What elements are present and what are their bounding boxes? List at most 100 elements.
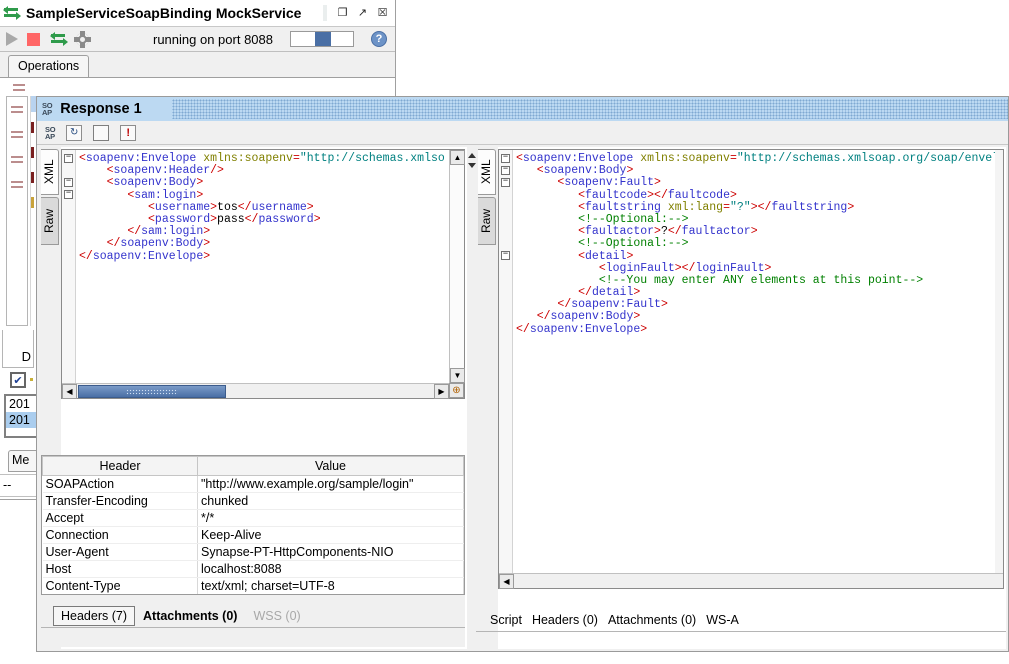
fold-toggle[interactable] — [64, 190, 73, 199]
gear-icon[interactable] — [76, 33, 89, 46]
header-value-cell[interactable]: "http://www.example.org/sample/login" — [198, 476, 464, 493]
fold-toggle[interactable] — [64, 178, 73, 187]
fold-toggle[interactable] — [501, 178, 510, 187]
table-row[interactable]: Transfer-Encodingchunked — [43, 493, 464, 510]
run-button[interactable] — [6, 32, 18, 46]
tab-wss[interactable]: WSS (0) — [245, 606, 308, 626]
response-xml-code[interactable]: <soapenv:Envelope xmlns:soapenv="http://… — [514, 150, 1003, 588]
header-value-cell[interactable]: Synapse-PT-HttpComponents-NIO — [198, 544, 464, 561]
header-value-cell[interactable]: chunked — [198, 493, 464, 510]
operation-icon-1 — [10, 103, 26, 117]
response-editor[interactable]: <soapenv:Envelope xmlns:soapenv="http://… — [498, 149, 1004, 589]
tab-ws-a[interactable]: WS-A — [706, 613, 739, 627]
header-name-cell[interactable]: Accept — [43, 510, 198, 527]
request-bottom-tabs: Headers (7) Attachments (0) WSS (0) — [41, 605, 465, 627]
table-row[interactable]: User-AgentSynapse-PT-HttpComponents-NIO — [43, 544, 464, 561]
right-tabs-divider — [476, 631, 1006, 632]
tab-headers[interactable]: Headers (0) — [532, 613, 598, 627]
response-toolbar: SOAP ↻ ! — [37, 121, 1008, 145]
right-tab-raw[interactable]: Raw — [478, 197, 496, 245]
left-vscrollbar[interactable]: ▲ ▼ — [449, 150, 464, 383]
enable-checkbox[interactable] — [10, 372, 26, 388]
refresh-icon[interactable]: ↻ — [66, 125, 82, 141]
request-xml-code[interactable]: <soapenv:Envelope xmlns:soapenv="http://… — [77, 150, 464, 398]
collapse-left-icon[interactable] — [468, 153, 476, 158]
tab-attachments[interactable]: Attachments (0) — [608, 613, 696, 627]
stop-button[interactable] — [27, 33, 40, 46]
tab-script[interactable]: Script — [490, 613, 522, 627]
header-name-cell[interactable]: Connection — [43, 527, 198, 544]
soap-format-icon[interactable]: SOAP — [45, 126, 55, 140]
row-marker-2 — [31, 147, 34, 158]
right-tab-xml[interactable]: XML — [478, 149, 496, 195]
request-editor[interactable]: <soapenv:Envelope xmlns:soapenv="http://… — [61, 149, 465, 399]
left-tab-raw[interactable]: Raw — [41, 197, 59, 245]
table-row[interactable]: ConnectionKeep-Alive — [43, 527, 464, 544]
close-button[interactable]: ☒ — [374, 4, 391, 21]
table-row[interactable]: Content-Typetext/xml; charset=UTF-8 — [43, 578, 464, 595]
left-hscroll-thumb[interactable] — [78, 385, 226, 398]
response-title: Response 1 — [60, 101, 141, 117]
headers-table-header-row: Header Value — [43, 457, 464, 476]
operation-icon-2 — [10, 128, 26, 142]
header-value-cell[interactable]: text/xml; charset=UTF-8 — [198, 578, 464, 595]
tab-headers[interactable]: Headers (7) — [53, 606, 135, 626]
header-value-cell[interactable]: localhost:8088 — [198, 561, 464, 578]
fold-toggle[interactable] — [501, 166, 510, 175]
header-name-cell[interactable]: Host — [43, 561, 198, 578]
header-name-cell[interactable]: SOAPAction — [43, 476, 198, 493]
operations-list[interactable] — [6, 96, 28, 326]
header-name-cell[interactable]: User-Agent — [43, 544, 198, 561]
mock-service-titlebar: SampleServiceSoapBinding MockService ❐ ↗… — [0, 0, 395, 27]
left-hscrollbar[interactable]: ◀ ▶ — [62, 383, 449, 398]
tab-operations[interactable]: Operations — [8, 55, 89, 77]
header-name-cell[interactable]: Content-Type — [43, 578, 198, 595]
left-tabs-divider — [41, 627, 465, 628]
maximize-button[interactable]: ↗ — [354, 4, 371, 21]
detail-box: D — [2, 330, 34, 368]
code-line: </soapenv:Envelope> — [79, 251, 464, 263]
fold-toggle[interactable] — [64, 154, 73, 163]
help-icon[interactable]: ? — [371, 31, 387, 47]
scroll-up-button[interactable]: ▲ — [450, 150, 465, 165]
right-hscrollbar[interactable]: ◀ — [499, 573, 1003, 588]
code-line: </soapenv:Envelope> — [516, 324, 1003, 336]
fold-toggle[interactable] — [501, 154, 510, 163]
headers-table[interactable]: Header Value SOAPAction"http://www.examp… — [41, 455, 465, 595]
mock-service-toolbar: running on port 8088 ? — [0, 27, 395, 52]
left-tab-xml[interactable]: XML — [41, 149, 59, 195]
response-pane: XML Raw <soapenv:Envelope xmlns:soapenv=… — [476, 147, 1006, 649]
table-row[interactable]: Hostlocalhost:8088 — [43, 561, 464, 578]
empty-placeholder: -- — [3, 478, 11, 492]
table-row[interactable]: Accept*/* — [43, 510, 464, 527]
scroll-left-button[interactable]: ◀ — [62, 384, 77, 399]
column-header-header[interactable]: Header — [43, 457, 198, 476]
zoom-icon[interactable]: ⊕ — [449, 383, 464, 398]
response-bottom-tabs: Script Headers (0) Attachments (0) WS-A — [482, 609, 1006, 631]
scroll-left-button[interactable]: ◀ — [499, 574, 514, 589]
operation-icon-3 — [10, 153, 26, 167]
restore-button[interactable]: ❐ — [334, 4, 351, 21]
header-value-cell[interactable]: */* — [198, 510, 464, 527]
scroll-down-button[interactable]: ▼ — [450, 368, 465, 383]
split-divider[interactable] — [467, 147, 476, 649]
swap-icon[interactable] — [51, 32, 67, 46]
header-name-cell[interactable]: Transfer-Encoding — [43, 493, 198, 510]
response-window: SOAP Response 1 SOAP ↻ ! XML Raw <soapen… — [36, 96, 1009, 652]
stop-icon[interactable] — [93, 125, 109, 141]
fold-toggle[interactable] — [501, 251, 510, 260]
right-fold-gutter — [499, 150, 513, 588]
right-vscrollbar[interactable] — [995, 150, 1003, 573]
scroll-right-button[interactable]: ▶ — [434, 384, 449, 399]
mock-service-status: running on port 8088 — [153, 32, 273, 47]
left-vscroll-track[interactable] — [450, 165, 464, 368]
tab-attachments[interactable]: Attachments (0) — [135, 606, 245, 626]
column-header-value[interactable]: Value — [198, 457, 464, 476]
titlebar-hatch — [172, 99, 1008, 119]
table-row[interactable]: SOAPAction"http://www.example.org/sample… — [43, 476, 464, 493]
validate-icon[interactable]: ! — [120, 125, 136, 141]
collapse-right-icon[interactable] — [468, 163, 476, 168]
left-fold-gutter — [62, 150, 76, 398]
mock-service-title: SampleServiceSoapBinding MockService — [26, 5, 301, 21]
header-value-cell[interactable]: Keep-Alive — [198, 527, 464, 544]
